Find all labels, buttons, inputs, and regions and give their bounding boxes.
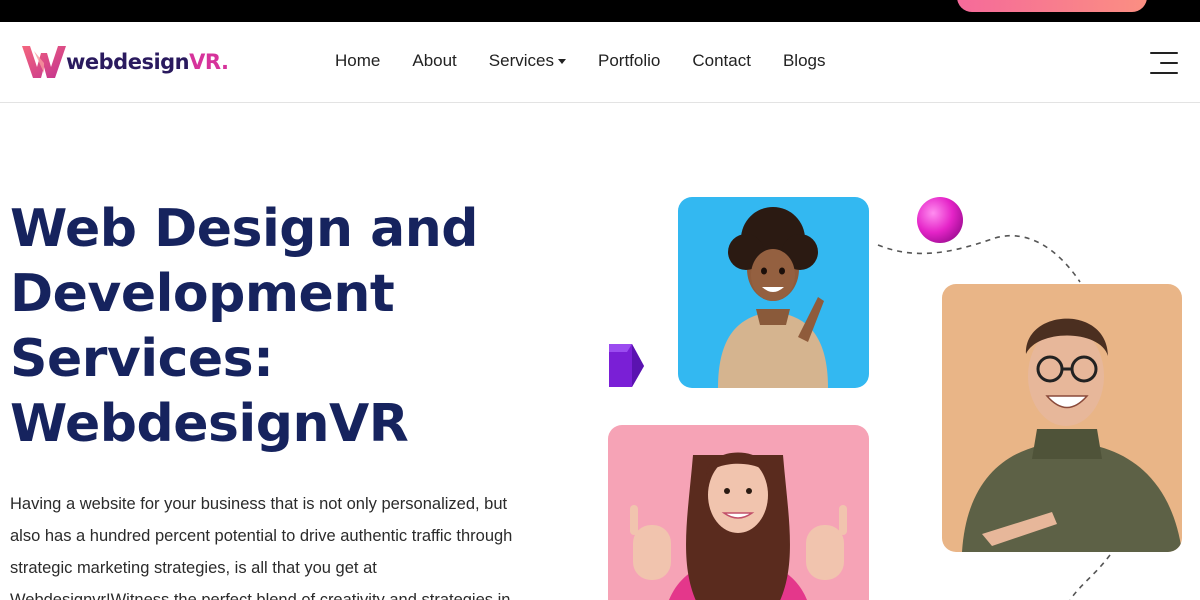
hero-title-line: Development: [10, 264, 395, 324]
man-smiling-glasses-photo: [942, 284, 1182, 552]
nav-portfolio-label: Portfolio: [597, 51, 661, 70]
nav-contact[interactable]: Contact: [692, 51, 751, 71]
magenta-sphere: [917, 197, 963, 243]
hero-paragraph-line: strategic marketing strategies, is all t…: [10, 559, 377, 577]
nav-services[interactable]: Services: [489, 51, 566, 71]
top-bar: [0, 0, 1200, 22]
hero-title-line: WebdesignVR: [10, 394, 409, 454]
hamburger-icon[interactable]: [1150, 52, 1178, 76]
purple-cube: [609, 344, 644, 387]
hero-title-line: Web Design and: [10, 199, 478, 259]
dashed-path: [877, 234, 1081, 283]
logo-text: webdesignVR.: [66, 50, 229, 74]
woman-ok-gesture-photo: [608, 425, 869, 600]
nav-home-label: Home: [335, 51, 381, 70]
nav-about[interactable]: About: [412, 51, 456, 71]
hero-title-line: Services:: [10, 329, 274, 389]
dashed-path-lower: [1069, 554, 1111, 600]
nav-services-label: Services: [488, 51, 554, 70]
woman-pointing-photo: [678, 197, 869, 388]
nav-home[interactable]: Home: [335, 51, 380, 71]
logo[interactable]: webdesignVR.: [20, 42, 229, 82]
nav-about-label: About: [412, 51, 457, 70]
nav-portfolio[interactable]: Portfolio: [598, 51, 660, 71]
hero-paragraph: Having a website for your business that …: [10, 488, 570, 600]
main-nav: Home About Services Portfolio Contact Bl…: [335, 51, 857, 71]
navbar: webdesignVR. Home About Services Portfol…: [0, 22, 1200, 103]
hero-paragraph-line: also has a hundred percent potential to …: [10, 527, 513, 545]
chevron-down-icon: [557, 58, 566, 64]
hero-title: Web Design and Development Services: Web…: [10, 197, 570, 457]
nav-blogs[interactable]: Blogs: [783, 51, 826, 71]
top-cta-button[interactable]: [957, 0, 1147, 12]
nav-blogs-label: Blogs: [782, 51, 826, 70]
nav-contact-label: Contact: [692, 51, 751, 70]
hero-paragraph-line: Webdesignvr!Witness the perfect blend of…: [10, 591, 511, 600]
hero-paragraph-line: Having a website for your business that …: [10, 495, 508, 513]
logo-mark-icon: [22, 46, 66, 78]
